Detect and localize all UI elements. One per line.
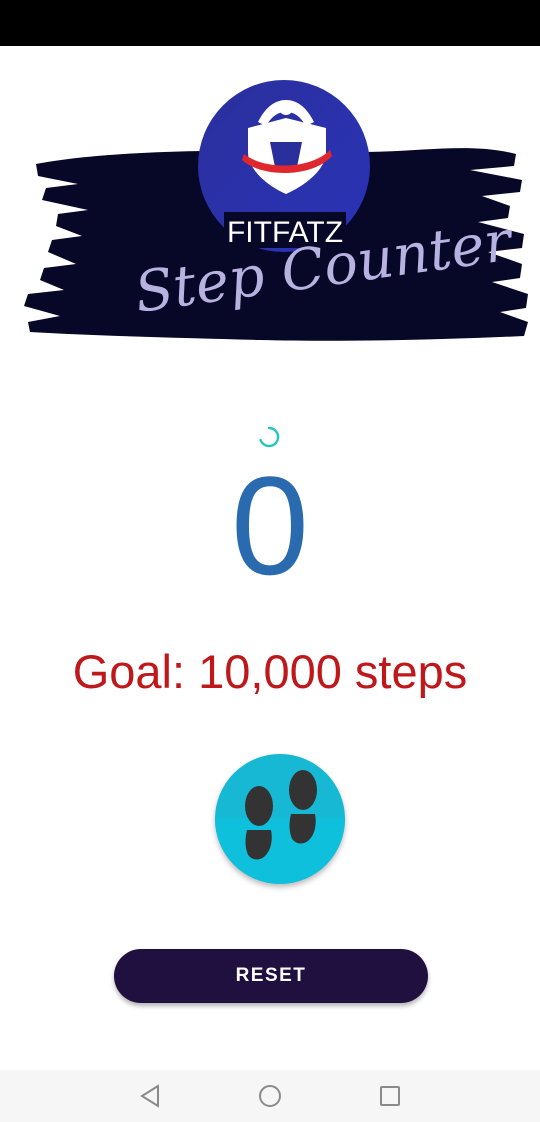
back-triangle-icon[interactable] bbox=[136, 1082, 164, 1110]
recents-square-icon[interactable] bbox=[376, 1082, 404, 1110]
status-bar bbox=[0, 0, 540, 46]
reset-button[interactable]: RESET bbox=[114, 949, 428, 1003]
footsteps-button[interactable] bbox=[215, 754, 345, 884]
step-count: 0 bbox=[231, 447, 309, 604]
app-screen: FITFATZ Step Counter 0 Goal: 10,000 step… bbox=[0, 46, 540, 1070]
banner-artwork: FITFATZ Step Counter bbox=[24, 80, 528, 341]
step-counter-banner: FITFATZ Step Counter bbox=[0, 46, 540, 366]
home-circle-icon[interactable] bbox=[256, 1082, 284, 1110]
system-navigation-bar bbox=[0, 1070, 540, 1122]
loading-spinner-icon bbox=[259, 426, 280, 448]
goal-text: Goal: 10,000 steps bbox=[72, 645, 468, 698]
footsteps-icon bbox=[245, 770, 317, 860]
